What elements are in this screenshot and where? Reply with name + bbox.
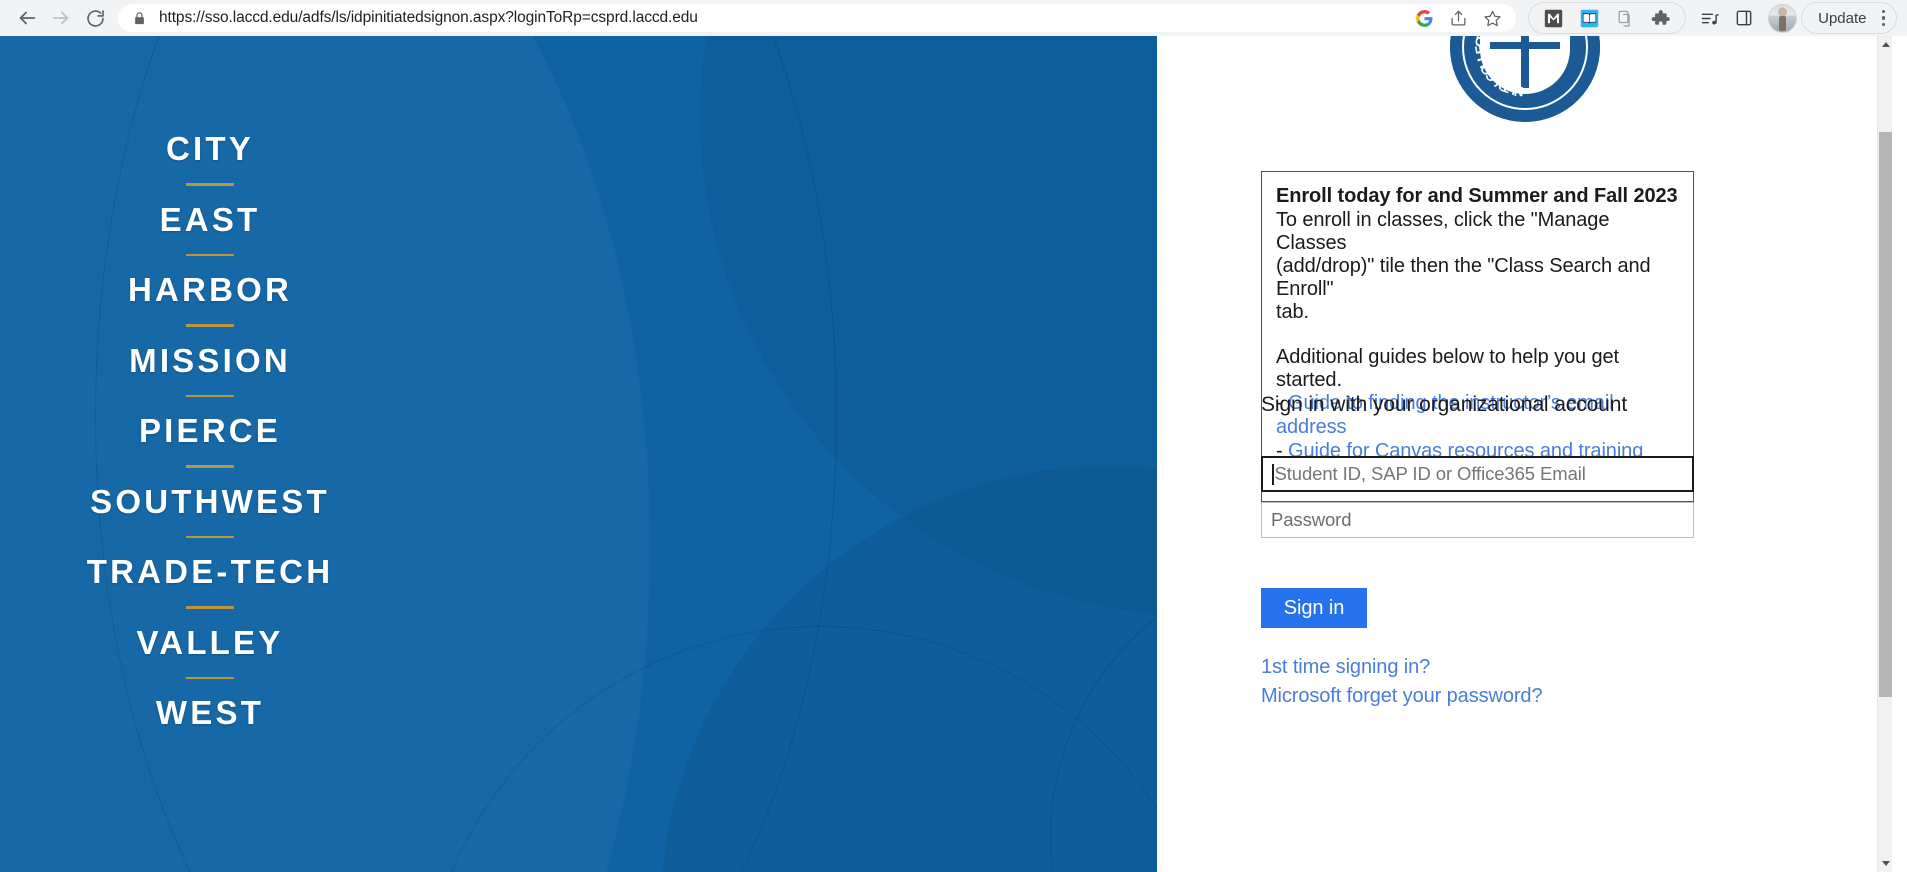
clipboard-extension-icon[interactable]	[1615, 8, 1635, 28]
college-name-mission: MISSION	[129, 341, 291, 379]
password-input[interactable]: Password	[1261, 502, 1694, 538]
scroll-up-arrow[interactable]	[1878, 36, 1893, 53]
notice-heading: Enroll today for and Summer and Fall 202…	[1276, 185, 1678, 207]
sign-in-button[interactable]: Sign in	[1261, 588, 1367, 628]
dictionary-extension-icon[interactable]	[1579, 8, 1599, 28]
scrollbar-thumb[interactable]	[1879, 132, 1892, 697]
college-divider	[186, 676, 234, 679]
signin-panel: N I T Y C O L L E G E D	[1157, 36, 1892, 872]
footer-links: 1st time signing in? Microsoft forget yo…	[1261, 653, 1543, 711]
college-name-harbor: HARBOR	[127, 271, 293, 308]
college-name-pierce: PIERCE	[138, 412, 282, 449]
first-time-signing-in-link[interactable]: 1st time signing in?	[1261, 653, 1542, 682]
address-bar[interactable]: https://sso.laccd.edu/adfs/ls/idpinitiat…	[118, 4, 1517, 32]
college-name-east: EAST	[159, 200, 261, 238]
college-name-valley: VALLEY	[136, 623, 284, 661]
page-scrollbar[interactable]	[1877, 36, 1892, 872]
browser-toolbar: https://sso.laccd.edu/adfs/ls/idpinitiat…	[0, 0, 1907, 36]
forward-button[interactable]	[44, 1, 78, 35]
username-input[interactable]: Student ID, SAP ID or Office365 Email	[1261, 456, 1694, 492]
mega-extension-icon[interactable]	[1543, 8, 1563, 28]
college-name-west: WEST	[155, 694, 265, 731]
notice-line-2: (add/drop)" tile then the "Class Search …	[1276, 255, 1651, 301]
page-viewport: CITY EAST HARBOR MISSION PIERCE SOUTHWES…	[0, 36, 1907, 872]
address-bar-url: https://sso.laccd.edu/adfs/ls/idpinitiat…	[159, 9, 698, 26]
password-placeholder: Password	[1271, 509, 1352, 530]
signin-title: Sign in with your organizational account	[1261, 393, 1628, 416]
arrow-right-icon	[52, 11, 69, 25]
notice-spacer	[1276, 324, 1679, 346]
college-divider	[186, 253, 234, 256]
side-panel-icon[interactable]	[1734, 8, 1754, 28]
college-list: CITY EAST HARBOR MISSION PIERCE SOUTHWES…	[0, 132, 420, 729]
college-name-southwest: SOUTHWEST	[90, 482, 330, 520]
google-lens-icon[interactable]	[1414, 8, 1434, 28]
back-button[interactable]	[10, 1, 44, 35]
scroll-down-arrow[interactable]	[1878, 855, 1893, 872]
college-divider	[186, 394, 234, 397]
reload-button[interactable]	[78, 1, 112, 35]
college-divider	[186, 606, 234, 609]
enrollment-notice: Enroll today for and Summer and Fall 202…	[1261, 171, 1694, 502]
college-name-city: CITY	[166, 130, 254, 167]
notice-line-3: tab.	[1276, 301, 1309, 324]
share-icon[interactable]	[1448, 8, 1468, 28]
college-divider	[186, 183, 234, 186]
laccd-signin-page: CITY EAST HARBOR MISSION PIERCE SOUTHWES…	[0, 36, 1892, 872]
college-divider	[186, 535, 234, 538]
profile-avatar[interactable]	[1768, 3, 1798, 33]
kebab-menu-icon[interactable]	[1877, 9, 1891, 27]
arrow-left-icon	[19, 11, 36, 25]
bookmark-star-icon[interactable]	[1482, 8, 1502, 28]
extensions-group	[1528, 2, 1687, 34]
puzzle-extensions-icon[interactable]	[1651, 8, 1671, 28]
hero-panel: CITY EAST HARBOR MISSION PIERCE SOUTHWES…	[0, 36, 1157, 872]
omnibox-actions	[1414, 8, 1510, 28]
forgot-password-link[interactable]: Microsoft forget your password?	[1261, 682, 1543, 711]
college-name-trade-tech: TRADE-TECH	[86, 553, 334, 590]
notice-line-1: To enroll in classes, click the "Manage …	[1276, 209, 1610, 255]
lock-icon	[132, 11, 147, 26]
text-caret	[1272, 463, 1274, 485]
update-button-label: Update	[1818, 9, 1867, 27]
college-divider	[186, 324, 234, 327]
seal-ring-text: N I T Y C O L L E G E D	[1471, 36, 1524, 99]
notice-line-4: Additional guides below to help you get …	[1276, 346, 1620, 392]
username-placeholder: Student ID, SAP ID or Office365 Email	[1274, 463, 1586, 484]
media-playlist-icon[interactable]	[1700, 8, 1720, 28]
reload-icon	[86, 9, 104, 27]
update-button[interactable]: Update	[1801, 2, 1897, 34]
laccd-seal: N I T Y C O L L E G E D	[1157, 36, 1892, 122]
college-divider	[186, 465, 234, 468]
browser-window: https://sso.laccd.edu/adfs/ls/idpinitiat…	[0, 0, 1907, 872]
